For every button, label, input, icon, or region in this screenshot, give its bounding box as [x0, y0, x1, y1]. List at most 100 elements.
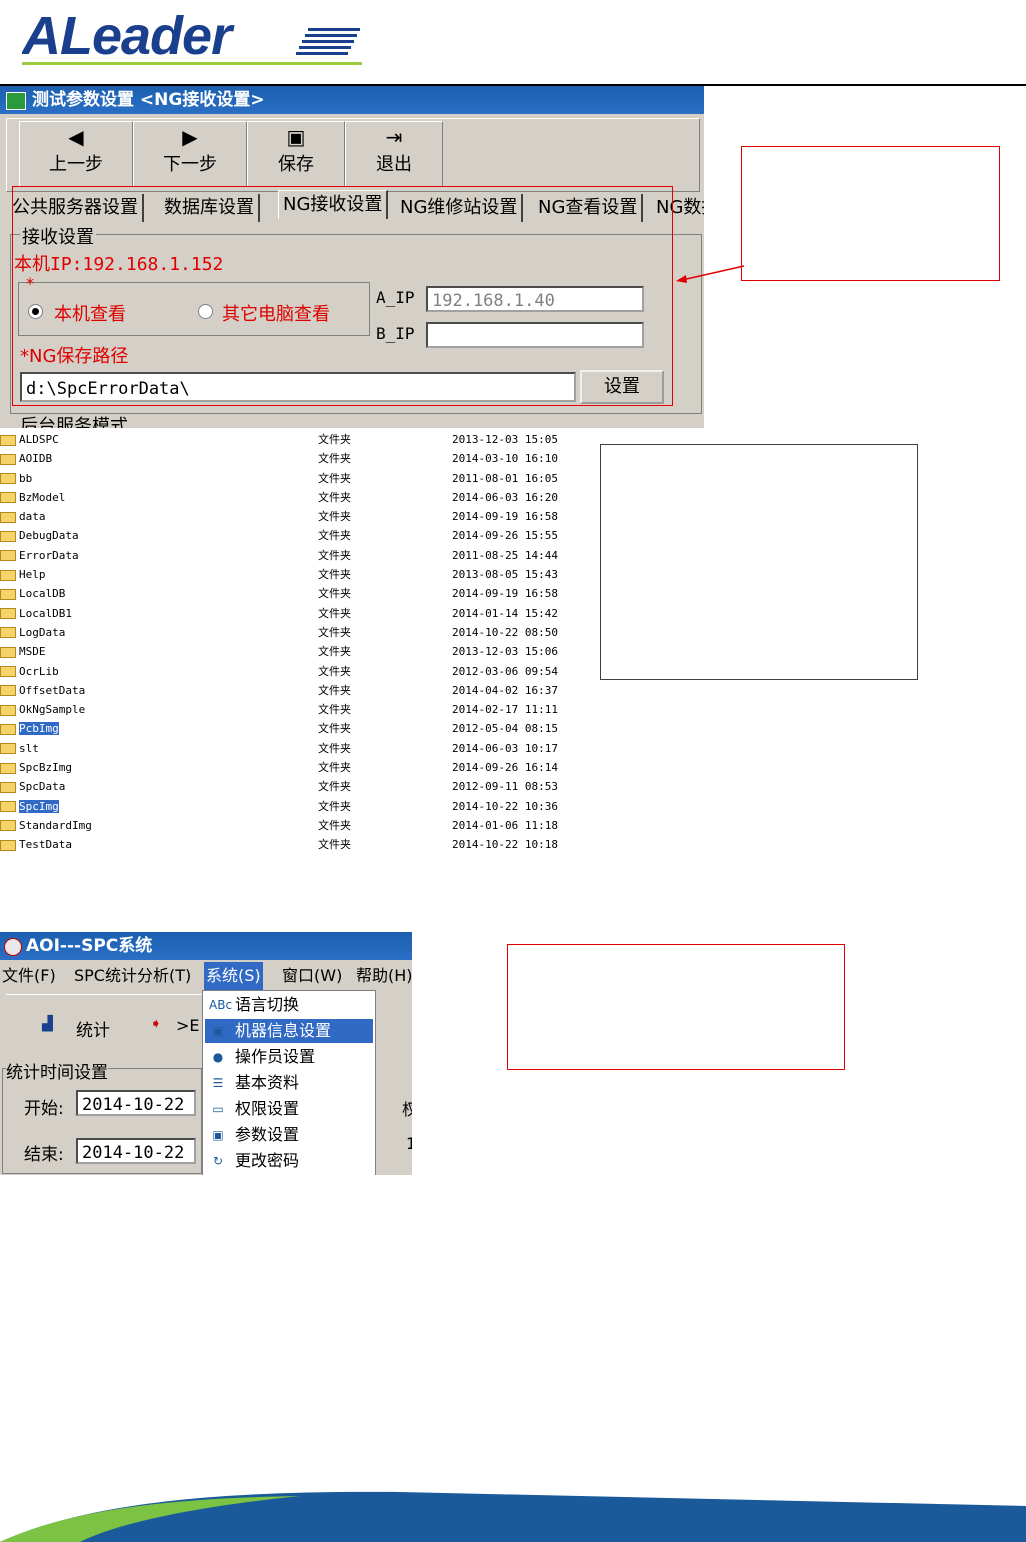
- file-type: 文件夹: [318, 529, 351, 543]
- menu-file[interactable]: 文件(F): [2, 962, 56, 990]
- folder-icon: [0, 588, 16, 600]
- menu-help[interactable]: 帮助(H): [356, 962, 412, 990]
- next-button[interactable]: ▶ 下一步: [133, 121, 247, 187]
- file-row[interactable]: data 文件夹 2014-09-19 16:58: [0, 507, 570, 526]
- file-name: data: [19, 510, 46, 524]
- time-group-title: 统计时间设置: [6, 1058, 108, 1083]
- menu-item-icon: ▭: [212, 1102, 224, 1116]
- export-icon: ➧: [150, 1016, 162, 1032]
- file-row[interactable]: TestData 文件夹 2014-10-22 10:18: [0, 835, 570, 854]
- file-name-cell: ErrorData: [0, 546, 200, 565]
- menu-bar: 文件(F) SPC统计分析(T) 系统(S) 窗口(W) 帮助(H): [0, 962, 412, 990]
- menu-item-label: 基本资料: [235, 1073, 300, 1092]
- menu-item-label: 权限设置: [235, 1099, 300, 1118]
- folder-icon: [0, 666, 16, 678]
- file-row[interactable]: DebugData 文件夹 2014-09-26 15:55: [0, 526, 570, 545]
- file-name: bb: [19, 471, 33, 485]
- file-name-cell: BzModel: [0, 488, 200, 507]
- file-row[interactable]: LocalDB 文件夹 2014-09-19 16:58: [0, 584, 570, 603]
- file-date: 2014-03-10 16:10: [452, 452, 558, 466]
- exit-button[interactable]: ⇥ 退出: [345, 121, 443, 187]
- folder-icon: [0, 608, 16, 620]
- file-row[interactable]: SpcImg 文件夹 2014-10-22 10:36: [0, 797, 570, 816]
- start-date-input[interactable]: 2014-10-22: [76, 1090, 196, 1116]
- prev-button[interactable]: ◀ 上一步: [19, 121, 133, 187]
- save-button[interactable]: ▣ 保存: [247, 121, 345, 187]
- app-icon: [6, 92, 26, 110]
- folder-icon: [0, 627, 16, 639]
- menu-spc-analysis[interactable]: SPC统计分析(T): [74, 962, 191, 990]
- window-title: 测试参数设置 <NG接收设置>: [32, 90, 265, 110]
- parameter-settings-item[interactable]: ▣ 参数设置: [205, 1123, 373, 1147]
- right-partial-label-2: 1: [406, 1134, 412, 1153]
- file-date: 2012-03-06 09:54: [452, 664, 558, 678]
- file-row[interactable]: bb 文件夹 2011-08-01 16:05: [0, 469, 570, 488]
- operator-settings-item[interactable]: ● 操作员设置: [205, 1045, 373, 1069]
- spc-window: AOI---SPC系统 文件(F) SPC统计分析(T) 系统(S) 窗口(W)…: [0, 932, 412, 1175]
- file-row[interactable]: slt 文件夹 2014-06-03 10:17: [0, 739, 570, 758]
- file-row[interactable]: SpcBzImg 文件夹 2014-09-26 16:14: [0, 758, 570, 777]
- file-row[interactable]: MSDE 文件夹 2013-12-03 15:06: [0, 642, 570, 661]
- file-name-cell: OkNgSample: [0, 700, 200, 719]
- folder-icon: [0, 685, 16, 697]
- file-name-cell: slt: [0, 739, 200, 758]
- file-row[interactable]: LocalDB1 文件夹 2014-01-14 15:42: [0, 604, 570, 623]
- annotation-box-3: [507, 944, 845, 1070]
- export-button[interactable]: >E: [176, 1016, 200, 1035]
- window-titlebar: AOI---SPC系统: [0, 932, 412, 960]
- file-row[interactable]: PcbImg 文件夹 2012-05-04 08:15: [0, 719, 570, 738]
- folder-icon: [0, 704, 16, 716]
- file-name: BzModel: [19, 490, 66, 504]
- language-switch-item[interactable]: ABc 语言切换: [205, 993, 373, 1017]
- file-row[interactable]: OkNgSample 文件夹 2014-02-17 11:11: [0, 700, 570, 719]
- basic-data-item[interactable]: ☰ 基本资料: [205, 1071, 373, 1095]
- file-row[interactable]: BzModel 文件夹 2014-06-03 16:20: [0, 488, 570, 507]
- file-row[interactable]: Help 文件夹 2013-08-05 15:43: [0, 565, 570, 584]
- file-name: LogData: [19, 625, 66, 639]
- file-row[interactable]: LogData 文件夹 2014-10-22 08:50: [0, 623, 570, 642]
- machine-info-item[interactable]: ▣ 机器信息设置: [205, 1019, 373, 1043]
- file-name-cell: ALDSPC: [0, 430, 200, 449]
- file-name: Help: [19, 568, 46, 582]
- file-type: 文件夹: [318, 761, 351, 775]
- folder-icon: [0, 511, 16, 523]
- folder-icon: [0, 434, 16, 446]
- file-name-cell: DebugData: [0, 526, 200, 545]
- stat-button[interactable]: 统计: [76, 1016, 110, 1041]
- menu-window[interactable]: 窗口(W): [282, 962, 342, 990]
- file-row[interactable]: OffsetData 文件夹 2014-04-02 16:37: [0, 681, 570, 700]
- left-arrow-icon: ◀: [68, 125, 84, 149]
- file-date: 2013-12-03 15:06: [452, 645, 558, 659]
- end-date-input[interactable]: 2014-10-22: [76, 1138, 196, 1164]
- file-row[interactable]: StandardImg 文件夹 2014-01-06 11:18: [0, 816, 570, 835]
- file-name: ALDSPC: [19, 433, 59, 446]
- file-row[interactable]: OcrLib 文件夹 2012-03-06 09:54: [0, 662, 570, 681]
- file-name-cell: LocalDB: [0, 584, 200, 603]
- change-password-item[interactable]: ↻ 更改密码: [205, 1149, 373, 1173]
- annotation-box-2: [600, 444, 918, 680]
- menu-item-icon: ABc: [209, 998, 233, 1012]
- system-menu-dropdown: ABc 语言切换 ▣ 机器信息设置 ● 操作员设置 ☰ 基本资料 ▭ 权限设置 ▣ 参数设置 ↻ 更改密码: [202, 990, 376, 1175]
- menu-system[interactable]: 系统(S): [204, 962, 263, 990]
- floppy-icon: ▣: [286, 125, 306, 149]
- file-name: SpcBzImg: [19, 761, 72, 775]
- folder-icon: [0, 762, 16, 774]
- file-row[interactable]: AOIDB 文件夹 2014-03-10 16:10: [0, 449, 570, 468]
- permission-settings-item[interactable]: ▭ 权限设置: [205, 1097, 373, 1121]
- file-row[interactable]: ErrorData 文件夹 2011-08-25 14:44: [0, 546, 570, 565]
- file-date: 2012-09-11 08:53: [452, 780, 558, 794]
- menu-item-label: 参数设置: [235, 1125, 300, 1144]
- window-titlebar: 测试参数设置 <NG接收设置>: [0, 86, 704, 114]
- file-name-cell: AOIDB: [0, 449, 200, 468]
- file-name: MSDE: [19, 645, 46, 659]
- file-row[interactable]: SpcData 文件夹 2012-09-11 08:53: [0, 777, 570, 796]
- file-name-cell: TestData: [0, 835, 200, 854]
- file-date: 2014-01-06 11:18: [452, 818, 558, 832]
- file-type: 文件夹: [318, 703, 351, 717]
- folder-icon: [0, 781, 16, 793]
- file-row[interactable]: ALDSPC 文件夹 2013-12-03 15:05: [0, 430, 570, 449]
- folder-icon: [0, 473, 16, 485]
- file-type: 文件夹: [318, 548, 351, 562]
- right-arrow-icon: ▶: [182, 125, 198, 149]
- annotation-box-1: [741, 146, 1000, 281]
